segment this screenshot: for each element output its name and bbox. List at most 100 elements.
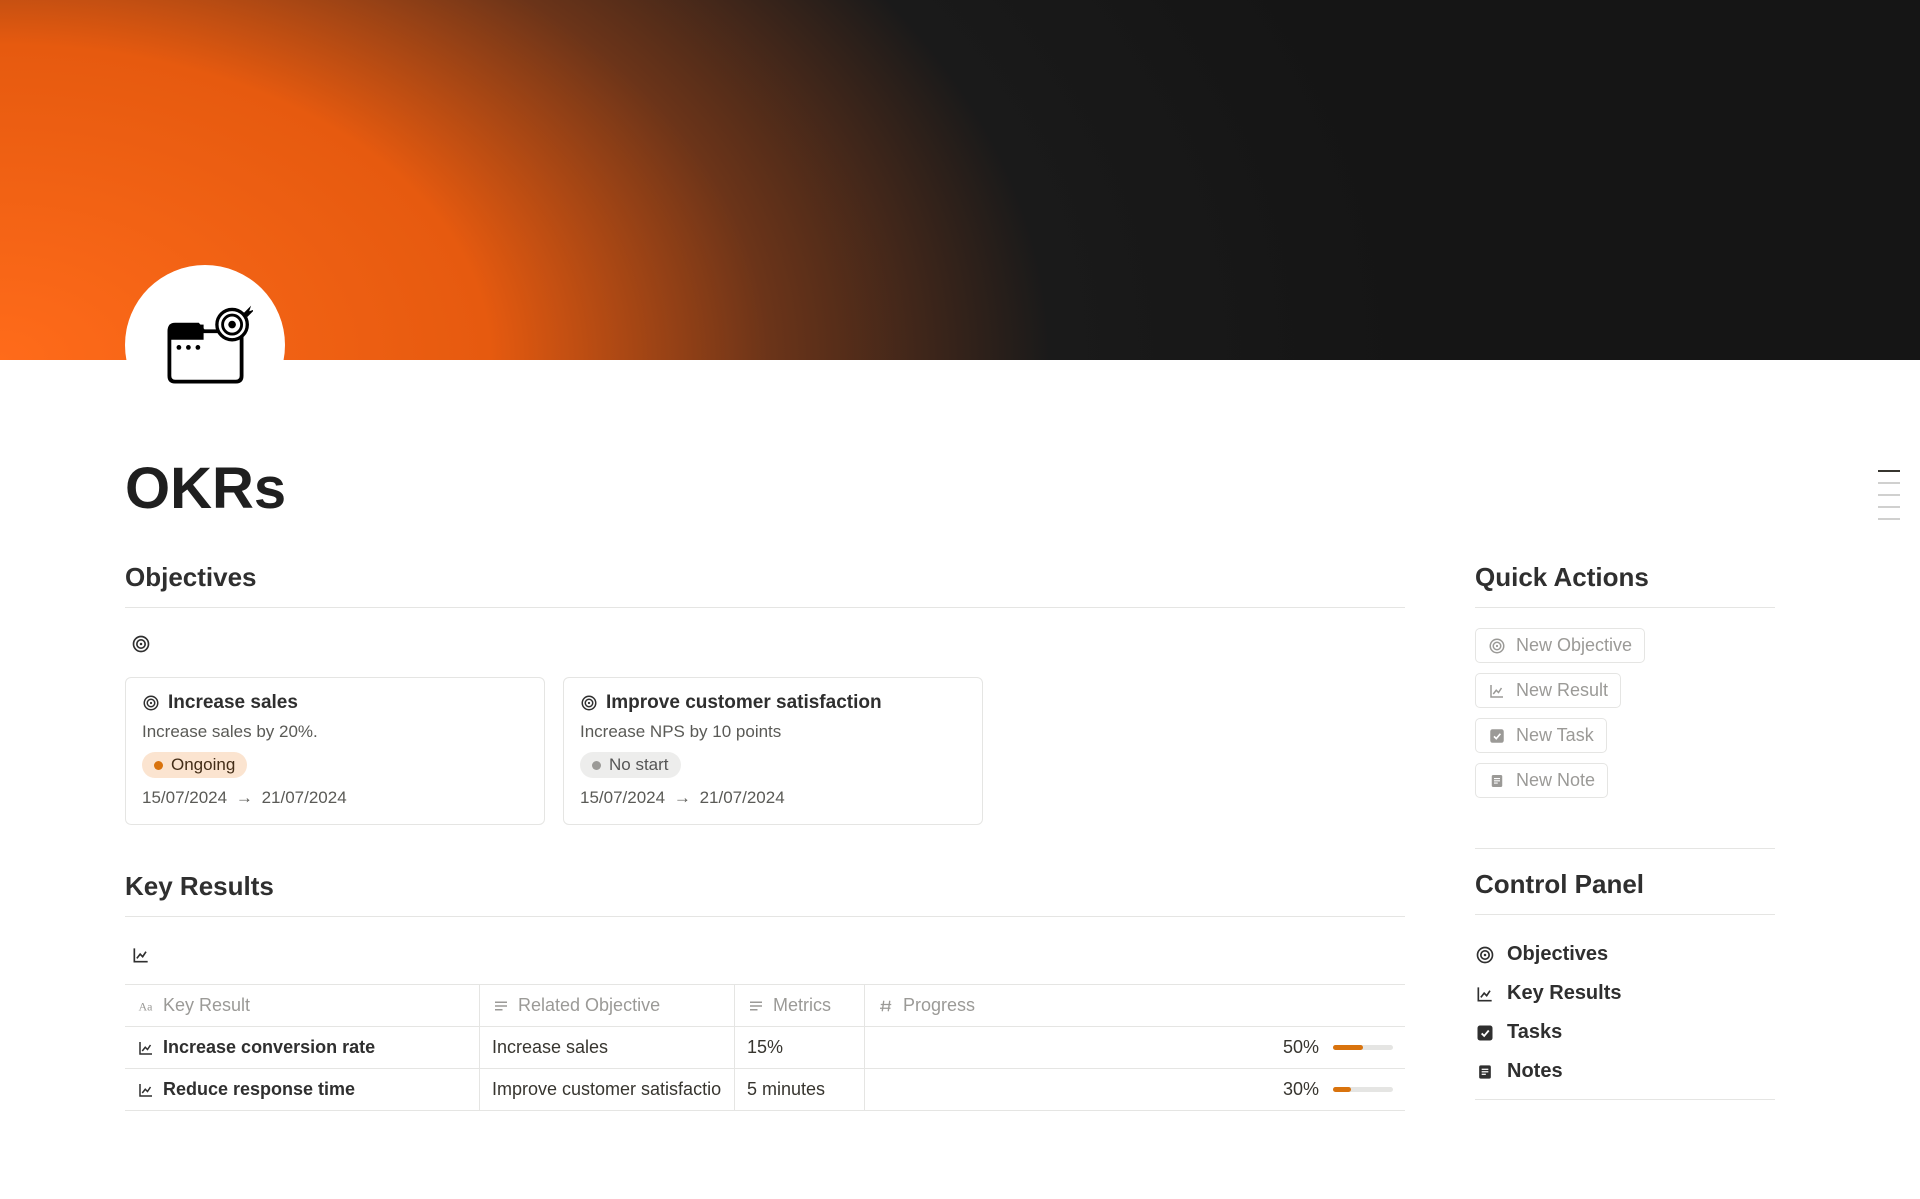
- lines-icon: [492, 997, 510, 1015]
- divider: [1475, 914, 1775, 915]
- column-metrics[interactable]: Metrics: [735, 985, 865, 1026]
- progress-bar: [1333, 1045, 1393, 1050]
- table-header: Key Result Related Objective Metrics: [125, 984, 1405, 1027]
- page-title[interactable]: OKRs: [125, 455, 1920, 522]
- column-label: Key Result: [163, 995, 250, 1016]
- chart-icon: [137, 1039, 155, 1057]
- chart-icon: [1475, 984, 1495, 1004]
- status-dot: [154, 761, 163, 770]
- column-label: Progress: [903, 995, 975, 1016]
- date-end: 21/07/2024: [700, 788, 785, 807]
- button-label: New Result: [1516, 680, 1608, 701]
- button-label: New Note: [1516, 770, 1595, 791]
- note-icon: [1475, 1062, 1495, 1082]
- objective-description: Increase sales by 20%.: [142, 722, 528, 742]
- objectives-view-tab[interactable]: [125, 628, 1405, 677]
- cover-image: [0, 0, 1920, 360]
- lines-icon: [747, 997, 765, 1015]
- chart-icon: [131, 945, 151, 965]
- outline-line[interactable]: [1878, 470, 1900, 472]
- outline-indicator[interactable]: [1878, 470, 1900, 520]
- objectives-heading: Objectives: [125, 562, 1405, 593]
- progress-bar: [1333, 1087, 1393, 1092]
- table-row[interactable]: Increase conversion rate Increase sales …: [125, 1027, 1405, 1069]
- column-label: Related Objective: [518, 995, 660, 1016]
- kr-metrics: 5 minutes: [735, 1069, 865, 1110]
- progress-percent: 30%: [1273, 1079, 1319, 1100]
- control-panel-key-results[interactable]: Key Results: [1475, 974, 1775, 1013]
- arrow-icon: →: [674, 788, 691, 807]
- key-results-heading: Key Results: [125, 871, 1405, 902]
- objective-title: Improve customer satisfaction: [606, 692, 882, 714]
- divider: [1475, 1099, 1775, 1100]
- key-results-table: Key Result Related Objective Metrics: [125, 984, 1405, 1111]
- progress-percent: 50%: [1273, 1037, 1319, 1058]
- cp-label: Key Results: [1507, 982, 1622, 1005]
- chart-icon: [1488, 682, 1506, 700]
- outline-line[interactable]: [1878, 518, 1900, 520]
- folder-target-icon: [158, 298, 253, 393]
- cp-label: Objectives: [1507, 943, 1608, 966]
- target-icon: [131, 634, 151, 654]
- column-key-result[interactable]: Key Result: [125, 985, 480, 1026]
- divider: [1475, 607, 1775, 608]
- check-icon: [1488, 727, 1506, 745]
- objective-dates: 15/07/2024 → 21/07/2024: [142, 788, 528, 808]
- progress-fill: [1333, 1087, 1351, 1092]
- date-start: 15/07/2024: [580, 788, 665, 807]
- cp-label: Tasks: [1507, 1021, 1562, 1044]
- note-icon: [1488, 772, 1506, 790]
- status-label: No start: [609, 755, 669, 775]
- objective-card[interactable]: Improve customer satisfaction Increase N…: [563, 677, 983, 825]
- kr-name: Reduce response time: [163, 1079, 355, 1100]
- control-panel-notes[interactable]: Notes: [1475, 1052, 1775, 1091]
- check-icon: [1475, 1023, 1495, 1043]
- control-panel-heading: Control Panel: [1475, 869, 1775, 900]
- column-progress[interactable]: Progress: [865, 985, 1405, 1026]
- date-end: 21/07/2024: [262, 788, 347, 807]
- column-related-objective[interactable]: Related Objective: [480, 985, 735, 1026]
- button-label: New Objective: [1516, 635, 1632, 656]
- button-label: New Task: [1516, 725, 1594, 746]
- new-objective-button[interactable]: New Objective: [1475, 628, 1645, 663]
- outline-line[interactable]: [1878, 506, 1900, 508]
- page-icon[interactable]: [125, 265, 285, 425]
- date-start: 15/07/2024: [142, 788, 227, 807]
- new-result-button[interactable]: New Result: [1475, 673, 1621, 708]
- outline-line[interactable]: [1878, 482, 1900, 484]
- column-label: Metrics: [773, 995, 831, 1016]
- kr-objective: Improve customer satisfactio: [480, 1069, 735, 1110]
- status-badge: Ongoing: [142, 752, 247, 778]
- outline-line[interactable]: [1878, 494, 1900, 496]
- control-panel-tasks[interactable]: Tasks: [1475, 1013, 1775, 1052]
- target-icon: [580, 694, 598, 712]
- status-label: Ongoing: [171, 755, 235, 775]
- key-results-view-tab[interactable]: [125, 937, 1405, 984]
- text-icon: [137, 997, 155, 1015]
- objective-title: Increase sales: [168, 692, 298, 714]
- divider: [125, 607, 1405, 608]
- progress-fill: [1333, 1045, 1363, 1050]
- objective-card[interactable]: Increase sales Increase sales by 20%. On…: [125, 677, 545, 825]
- chart-icon: [137, 1081, 155, 1099]
- arrow-icon: →: [236, 788, 253, 807]
- kr-name: Increase conversion rate: [163, 1037, 375, 1058]
- objective-description: Increase NPS by 10 points: [580, 722, 966, 742]
- divider: [1475, 848, 1775, 849]
- target-icon: [142, 694, 160, 712]
- target-icon: [1475, 945, 1495, 965]
- quick-actions-heading: Quick Actions: [1475, 562, 1775, 593]
- kr-objective: Increase sales: [480, 1027, 735, 1068]
- cp-label: Notes: [1507, 1060, 1563, 1083]
- control-panel-objectives[interactable]: Objectives: [1475, 935, 1775, 974]
- divider: [125, 916, 1405, 917]
- hash-icon: [877, 997, 895, 1015]
- status-badge: No start: [580, 752, 681, 778]
- objective-dates: 15/07/2024 → 21/07/2024: [580, 788, 966, 808]
- status-dot: [592, 761, 601, 770]
- new-note-button[interactable]: New Note: [1475, 763, 1608, 798]
- kr-metrics: 15%: [735, 1027, 865, 1068]
- new-task-button[interactable]: New Task: [1475, 718, 1607, 753]
- target-icon: [1488, 637, 1506, 655]
- table-row[interactable]: Reduce response time Improve customer sa…: [125, 1069, 1405, 1111]
